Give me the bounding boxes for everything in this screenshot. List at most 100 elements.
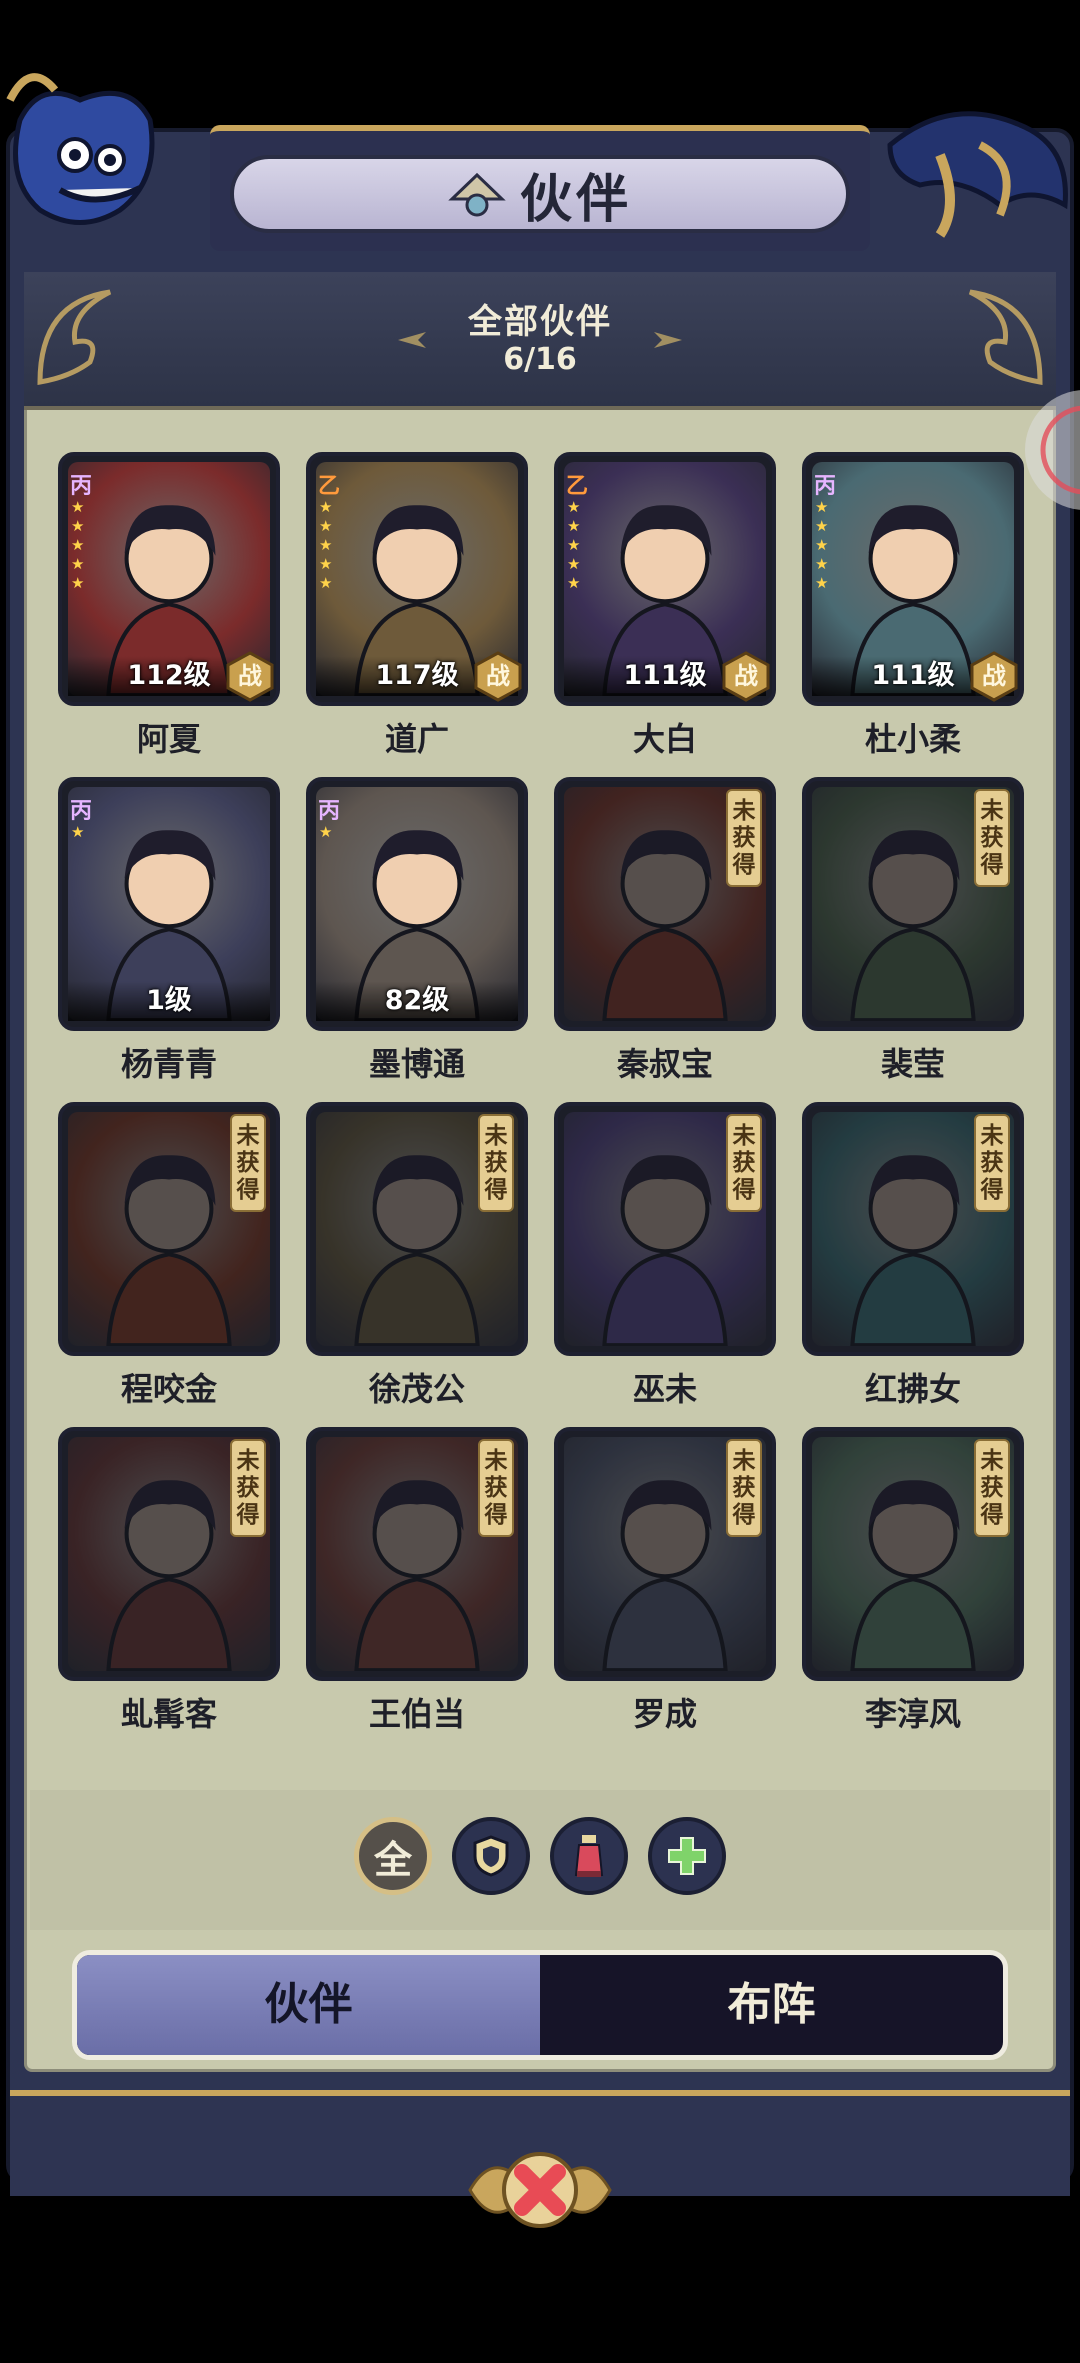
partner-card[interactable]: 未获得 xyxy=(802,1102,1024,1356)
portrait-body xyxy=(602,927,728,1021)
partner-name: 秦叔宝 xyxy=(616,1045,713,1083)
tab-partners[interactable]: 伙伴 xyxy=(77,1955,540,2055)
portrait-hair xyxy=(124,1480,216,1531)
not-obtained-tag: 未获得 xyxy=(230,1114,266,1212)
portrait-head xyxy=(620,1489,710,1579)
portrait-body xyxy=(850,1577,976,1671)
star-icon: ★ xyxy=(815,498,829,516)
not-obtained-char: 未 xyxy=(236,1122,260,1149)
star-icon: ★ xyxy=(319,517,333,535)
not-obtained-char: 未 xyxy=(980,1122,1004,1149)
not-obtained-char: 获 xyxy=(980,1149,1004,1176)
partner-card[interactable]: 未获得 xyxy=(58,1427,280,1681)
portrait-head xyxy=(372,1164,462,1254)
not-obtained-char: 得 xyxy=(484,1176,508,1203)
partner-card[interactable]: 未获得 xyxy=(802,1427,1024,1681)
partner-card[interactable]: 丙 ★ 1级 xyxy=(58,777,280,1031)
not-obtained-char: 获 xyxy=(732,1149,756,1176)
close-button[interactable] xyxy=(460,2135,620,2245)
portrait-head xyxy=(868,1164,958,1254)
not-obtained-char: 获 xyxy=(980,824,1004,851)
not-obtained-tag: 未获得 xyxy=(726,789,762,887)
not-obtained-char: 得 xyxy=(484,1501,508,1528)
partner-name: 李淳风 xyxy=(864,1695,961,1733)
partner-card[interactable]: 未获得 xyxy=(554,1427,776,1681)
portrait-hair xyxy=(868,830,960,881)
not-obtained-tag: 未获得 xyxy=(478,1439,514,1537)
deployed-badge: 战 xyxy=(224,650,276,702)
portrait-head xyxy=(124,1164,214,1254)
not-obtained-tag: 未获得 xyxy=(726,1114,762,1212)
star-icon: ★ xyxy=(319,555,333,573)
not-obtained-char: 未 xyxy=(980,1447,1004,1474)
not-obtained-tag: 未获得 xyxy=(230,1439,266,1537)
not-obtained-char: 得 xyxy=(236,1176,260,1203)
not-obtained-char: 未 xyxy=(484,1447,508,1474)
not-obtained-tag: 未获得 xyxy=(974,789,1010,887)
partner-name: 大白 xyxy=(632,720,697,758)
star-icon: ★ xyxy=(567,536,581,554)
not-obtained-char: 未 xyxy=(236,1447,260,1474)
partner-card[interactable]: 未获得 xyxy=(306,1427,528,1681)
dragon-ornament-left xyxy=(6,73,155,225)
portrait-body xyxy=(602,1252,728,1346)
not-obtained-char: 得 xyxy=(732,1176,756,1203)
not-obtained-char: 获 xyxy=(980,1474,1004,1501)
partner-name: 杨青青 xyxy=(120,1045,217,1083)
level-label: 82级 xyxy=(316,981,518,1021)
partner-card[interactable]: 未获得 xyxy=(58,1102,280,1356)
star-icon: ★ xyxy=(567,574,581,592)
grade-label: 乙 xyxy=(318,474,341,499)
star-rating: ★ ★ ★ ★ ★ xyxy=(567,498,580,592)
portrait-hair xyxy=(372,1155,464,1206)
partner-card[interactable]: 未获得 xyxy=(554,1102,776,1356)
partner-card[interactable]: 乙 ★ ★ ★ ★ ★ 117级战 xyxy=(306,452,528,706)
filter-shield-button[interactable] xyxy=(452,1817,530,1895)
portrait-head xyxy=(372,1489,462,1579)
partner-card[interactable]: 乙 ★ ★ ★ ★ ★ 111级战 xyxy=(554,452,776,706)
portrait-head xyxy=(620,1164,710,1254)
partner-name: 杜小柔 xyxy=(864,720,961,758)
portrait-hair xyxy=(620,1155,712,1206)
deployed-badge-label: 战 xyxy=(486,662,510,690)
filter-heal-button[interactable] xyxy=(648,1817,726,1895)
grade-label: 丙 xyxy=(814,474,837,499)
partner-card[interactable]: 未获得 xyxy=(802,777,1024,1031)
portrait-body xyxy=(354,1252,480,1346)
deployed-badge: 战 xyxy=(720,650,772,702)
star-rating: ★ xyxy=(71,823,84,841)
tab-formation[interactable]: 布阵 xyxy=(540,1955,1003,2055)
star-icon: ★ xyxy=(71,574,85,592)
dragon-ornament-right xyxy=(887,111,1068,238)
not-obtained-char: 获 xyxy=(484,1149,508,1176)
not-obtained-char: 未 xyxy=(732,1447,756,1474)
portrait-body xyxy=(850,1252,976,1346)
filter-all-button[interactable]: 全 xyxy=(354,1817,432,1895)
portrait-hair xyxy=(868,1480,960,1531)
star-icon: ★ xyxy=(71,536,85,554)
partner-name: 墨博通 xyxy=(368,1045,465,1083)
filter-bar: 全 xyxy=(354,1817,726,1895)
partner-card[interactable]: 未获得 xyxy=(554,777,776,1031)
not-obtained-char: 未 xyxy=(484,1122,508,1149)
not-obtained-char: 获 xyxy=(236,1149,260,1176)
straw-hat-icon xyxy=(448,172,506,217)
deployed-badge: 战 xyxy=(968,650,1020,702)
deployed-badge-label: 战 xyxy=(238,662,262,690)
partner-card[interactable]: 丙 ★ ★ ★ ★ ★ 111级战 xyxy=(802,452,1024,706)
portrait-head xyxy=(124,1489,214,1579)
partner-card[interactable]: 未获得 xyxy=(306,1102,528,1356)
partner-name: 罗成 xyxy=(632,1695,697,1733)
grade-label: 丙 xyxy=(318,799,341,824)
not-obtained-char: 未 xyxy=(732,1122,756,1149)
star-icon: ★ xyxy=(815,574,829,592)
filter-potion-button[interactable] xyxy=(550,1817,628,1895)
partner-name: 道广 xyxy=(384,720,449,758)
star-icon: ★ xyxy=(319,823,333,841)
star-icon: ★ xyxy=(815,536,829,554)
deployed-badge: 战 xyxy=(472,650,524,702)
partner-card[interactable]: 丙 ★ ★ ★ ★ ★ 112级战 xyxy=(58,452,280,706)
star-icon: ★ xyxy=(319,536,333,554)
partner-card[interactable]: 丙 ★ 82级 xyxy=(306,777,528,1031)
star-rating: ★ xyxy=(319,823,332,841)
